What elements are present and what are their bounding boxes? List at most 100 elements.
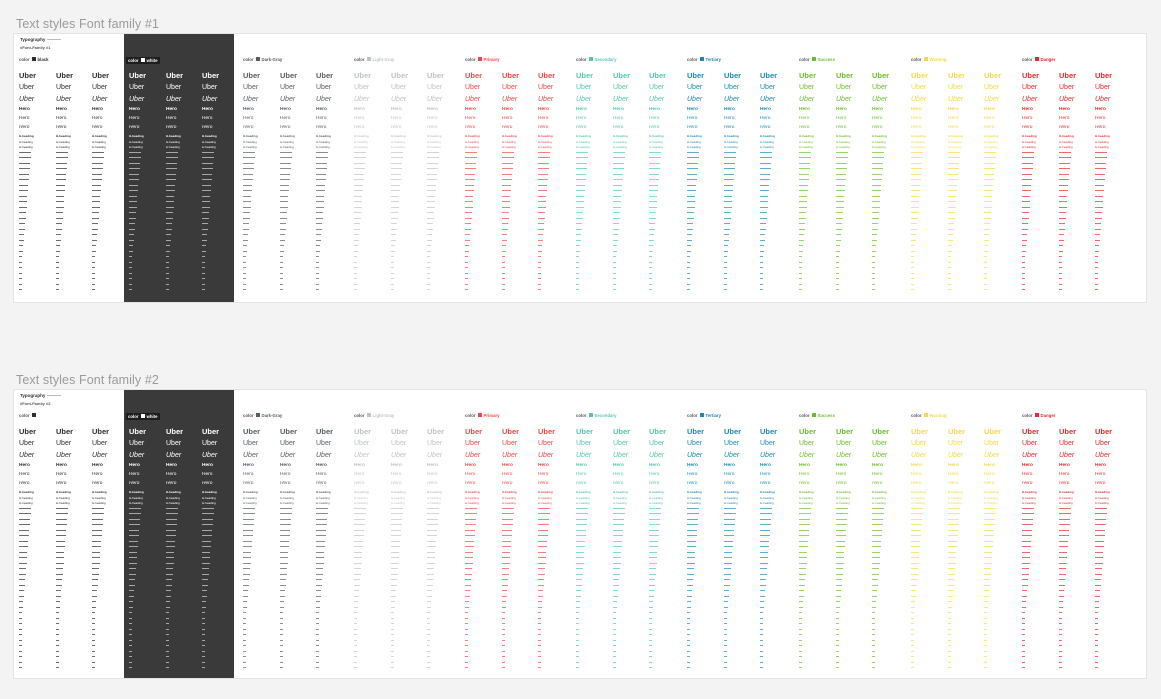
specimen-regular: Hero bbox=[724, 116, 735, 121]
small-text-sample bbox=[19, 212, 27, 213]
small-text-sample bbox=[836, 168, 847, 169]
specimen-italic: Hero bbox=[649, 481, 660, 486]
small-text-sample bbox=[316, 590, 322, 591]
small-text-sample bbox=[1095, 584, 1101, 586]
small-text-sample bbox=[948, 529, 959, 531]
small-text-sample bbox=[19, 272, 22, 274]
specimen-regular: Hero bbox=[911, 472, 922, 477]
small-text-sample bbox=[56, 272, 59, 274]
small-text-sample bbox=[799, 201, 807, 202]
small-text-sample bbox=[1095, 617, 1098, 619]
small-text-sample bbox=[724, 639, 727, 641]
specimen-regular: Hero bbox=[872, 472, 883, 477]
specimen-bold: Uber bbox=[911, 427, 929, 436]
small-text-sample bbox=[576, 557, 584, 558]
specimen-italic: H-heading bbox=[984, 145, 998, 149]
small-text-sample bbox=[56, 261, 59, 263]
specimen-regular: H-heading bbox=[129, 139, 143, 144]
small-text-sample bbox=[613, 535, 623, 536]
specimen-regular: Uber bbox=[724, 84, 740, 91]
specimen-italic: Uber bbox=[1059, 96, 1075, 103]
small-text-sample bbox=[984, 612, 988, 613]
specimen-bold: Uber bbox=[687, 427, 705, 436]
small-text-sample bbox=[538, 190, 547, 191]
small-text-sample bbox=[760, 289, 763, 290]
small-text-sample bbox=[1059, 568, 1067, 569]
small-text-sample bbox=[243, 278, 246, 279]
small-text-sample bbox=[649, 529, 660, 531]
specimen-regular: H-heading bbox=[1059, 495, 1073, 500]
small-text-sample bbox=[129, 212, 137, 213]
specimen-regular: H-heading bbox=[56, 495, 70, 500]
small-text-sample bbox=[92, 557, 100, 558]
specimen-regular: Uber bbox=[202, 84, 218, 91]
small-text-sample bbox=[948, 206, 956, 208]
small-text-sample bbox=[92, 595, 97, 597]
small-text-sample bbox=[576, 151, 588, 153]
small-text-sample bbox=[538, 250, 542, 252]
specimen-bold: H-heading bbox=[836, 490, 851, 494]
specimen-italic: H-heading bbox=[166, 501, 180, 505]
small-text-sample bbox=[538, 557, 546, 558]
small-text-sample bbox=[129, 217, 136, 219]
small-text-sample bbox=[280, 507, 292, 509]
small-text-sample bbox=[836, 540, 846, 542]
small-text-sample bbox=[465, 223, 472, 224]
small-text-sample bbox=[872, 557, 880, 558]
small-text-sample bbox=[92, 535, 102, 536]
small-text-sample bbox=[316, 168, 327, 169]
specimen-italic: Uber bbox=[649, 452, 665, 459]
specimen-italic: Hero bbox=[984, 481, 995, 486]
small-text-sample bbox=[427, 173, 438, 175]
color-swatch bbox=[477, 57, 482, 62]
specimen-bold: Hero bbox=[427, 463, 438, 468]
small-text-sample bbox=[687, 535, 697, 536]
small-text-sample bbox=[280, 518, 292, 520]
color-swatch bbox=[1034, 413, 1039, 418]
small-text-sample bbox=[243, 551, 252, 553]
small-text-sample bbox=[202, 223, 209, 224]
small-text-sample bbox=[724, 278, 727, 279]
small-text-sample bbox=[724, 656, 727, 657]
small-text-sample bbox=[92, 278, 95, 279]
small-text-sample bbox=[465, 201, 473, 202]
specimen-italic: Hero bbox=[538, 125, 549, 130]
small-text-sample bbox=[799, 239, 804, 241]
specimen-italic: Hero bbox=[872, 125, 883, 130]
small-text-sample bbox=[56, 250, 60, 252]
small-text-sample bbox=[391, 656, 394, 657]
small-text-sample bbox=[243, 645, 246, 646]
small-text-sample bbox=[613, 250, 617, 252]
small-text-sample bbox=[391, 540, 401, 542]
small-text-sample bbox=[354, 250, 358, 252]
small-text-sample bbox=[56, 201, 64, 202]
small-text-sample bbox=[576, 667, 579, 668]
small-text-sample bbox=[243, 206, 251, 208]
small-text-sample bbox=[613, 595, 618, 597]
small-text-sample bbox=[576, 540, 586, 542]
color-prefix: color bbox=[799, 413, 810, 418]
specimen-italic: Hero bbox=[391, 481, 402, 486]
small-text-sample bbox=[984, 201, 992, 202]
small-text-sample bbox=[316, 195, 325, 197]
small-text-sample bbox=[649, 228, 655, 230]
small-text-sample bbox=[19, 590, 25, 591]
small-text-sample bbox=[19, 656, 22, 657]
color-swatch bbox=[699, 413, 704, 418]
small-text-sample bbox=[354, 206, 362, 208]
specimen-regular: Uber bbox=[649, 440, 665, 447]
small-text-sample bbox=[948, 173, 959, 175]
specimen-regular: Hero bbox=[576, 116, 587, 121]
color-prefix: color bbox=[911, 413, 922, 418]
small-text-sample bbox=[687, 173, 698, 175]
small-text-sample bbox=[911, 656, 914, 657]
small-text-sample bbox=[92, 562, 100, 564]
small-text-sample bbox=[92, 590, 98, 591]
small-text-sample bbox=[280, 267, 283, 268]
small-text-sample bbox=[243, 612, 247, 613]
small-text-sample bbox=[92, 584, 98, 586]
specimen-italic: Hero bbox=[465, 125, 476, 130]
small-text-sample bbox=[280, 617, 283, 619]
small-text-sample bbox=[56, 223, 63, 224]
specimen-bold: Hero bbox=[948, 463, 959, 468]
